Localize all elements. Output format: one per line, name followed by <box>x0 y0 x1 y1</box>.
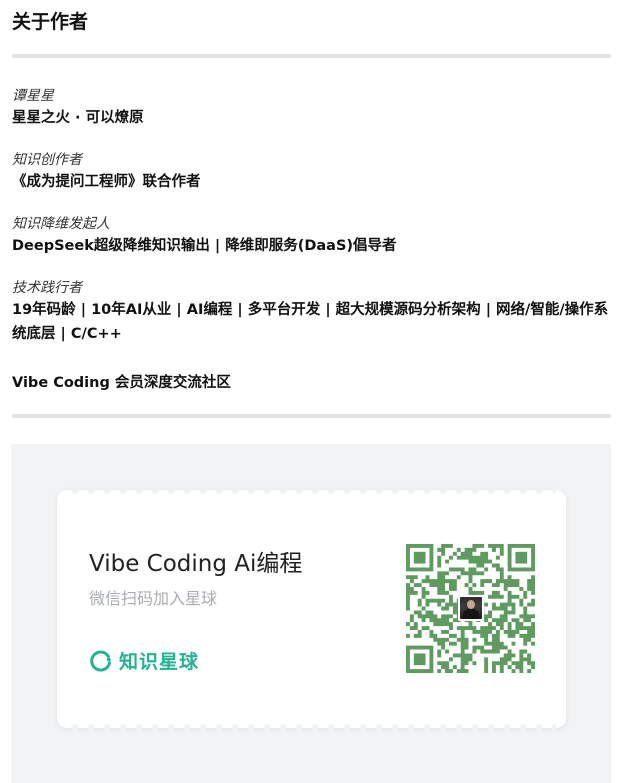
brand-name: 知识星球 <box>119 651 200 673</box>
community-line: Vibe Coding 会员深度交流社区 <box>12 371 612 392</box>
section-title: 关于作者 <box>12 11 89 33</box>
author-item-name: 谭星星 星星之火 · 可以燎原 <box>12 86 612 130</box>
divider-bottom <box>12 414 611 418</box>
card-edge-top <box>67 486 556 494</box>
about-author-page: 关于作者 谭星星 星星之火 · 可以燎原 知识创作者 《成为提问工程师》联合作者… <box>0 0 625 783</box>
author-avatar <box>458 595 484 621</box>
author-item-initiator: 知识降维发起人 DeepSeek超级降维知识输出 | 降维即服务(DaaS)倡导… <box>12 214 612 258</box>
qr-code[interactable] <box>406 544 535 673</box>
author-role-description: 《成为提问工程师》联合作者 <box>12 174 201 190</box>
author-role-label: 知识降维发起人 <box>12 216 110 232</box>
community-text: Vibe Coding 会员深度交流社区 <box>12 375 231 391</box>
author-item-practitioner: 技术践行者 19年码龄 | 10年AI从业 | AI编程 | 多平台开发 | 超… <box>12 278 612 346</box>
promo-subtitle: 微信扫码加入星球 <box>89 589 218 608</box>
author-role-description: DeepSeek超级降维知识输出 | 降维即服务(DaaS)倡导者 <box>12 238 397 254</box>
author-role-description: 19年码龄 | 10年AI从业 | AI编程 | 多平台开发 | 超大规模源码分… <box>12 302 609 342</box>
author-role-label: 谭星星 <box>12 88 54 104</box>
author-role-label: 技术践行者 <box>12 280 82 296</box>
promo-title: Vibe Coding Ai编程 <box>89 551 303 577</box>
planet-ring-icon <box>90 650 111 672</box>
zsxq-brand-logo: 知识星球 <box>89 647 199 674</box>
zsxq-promo-card[interactable]: Vibe Coding Ai编程 微信扫码加入星球 知识星球 <box>57 486 566 732</box>
divider-top <box>12 54 611 58</box>
author-role-label: 知识创作者 <box>12 152 82 168</box>
author-role-description: 星星之火 · 可以燎原 <box>12 110 144 126</box>
author-item-creator: 知识创作者 《成为提问工程师》联合作者 <box>12 150 612 194</box>
card-edge-bottom <box>67 724 556 732</box>
